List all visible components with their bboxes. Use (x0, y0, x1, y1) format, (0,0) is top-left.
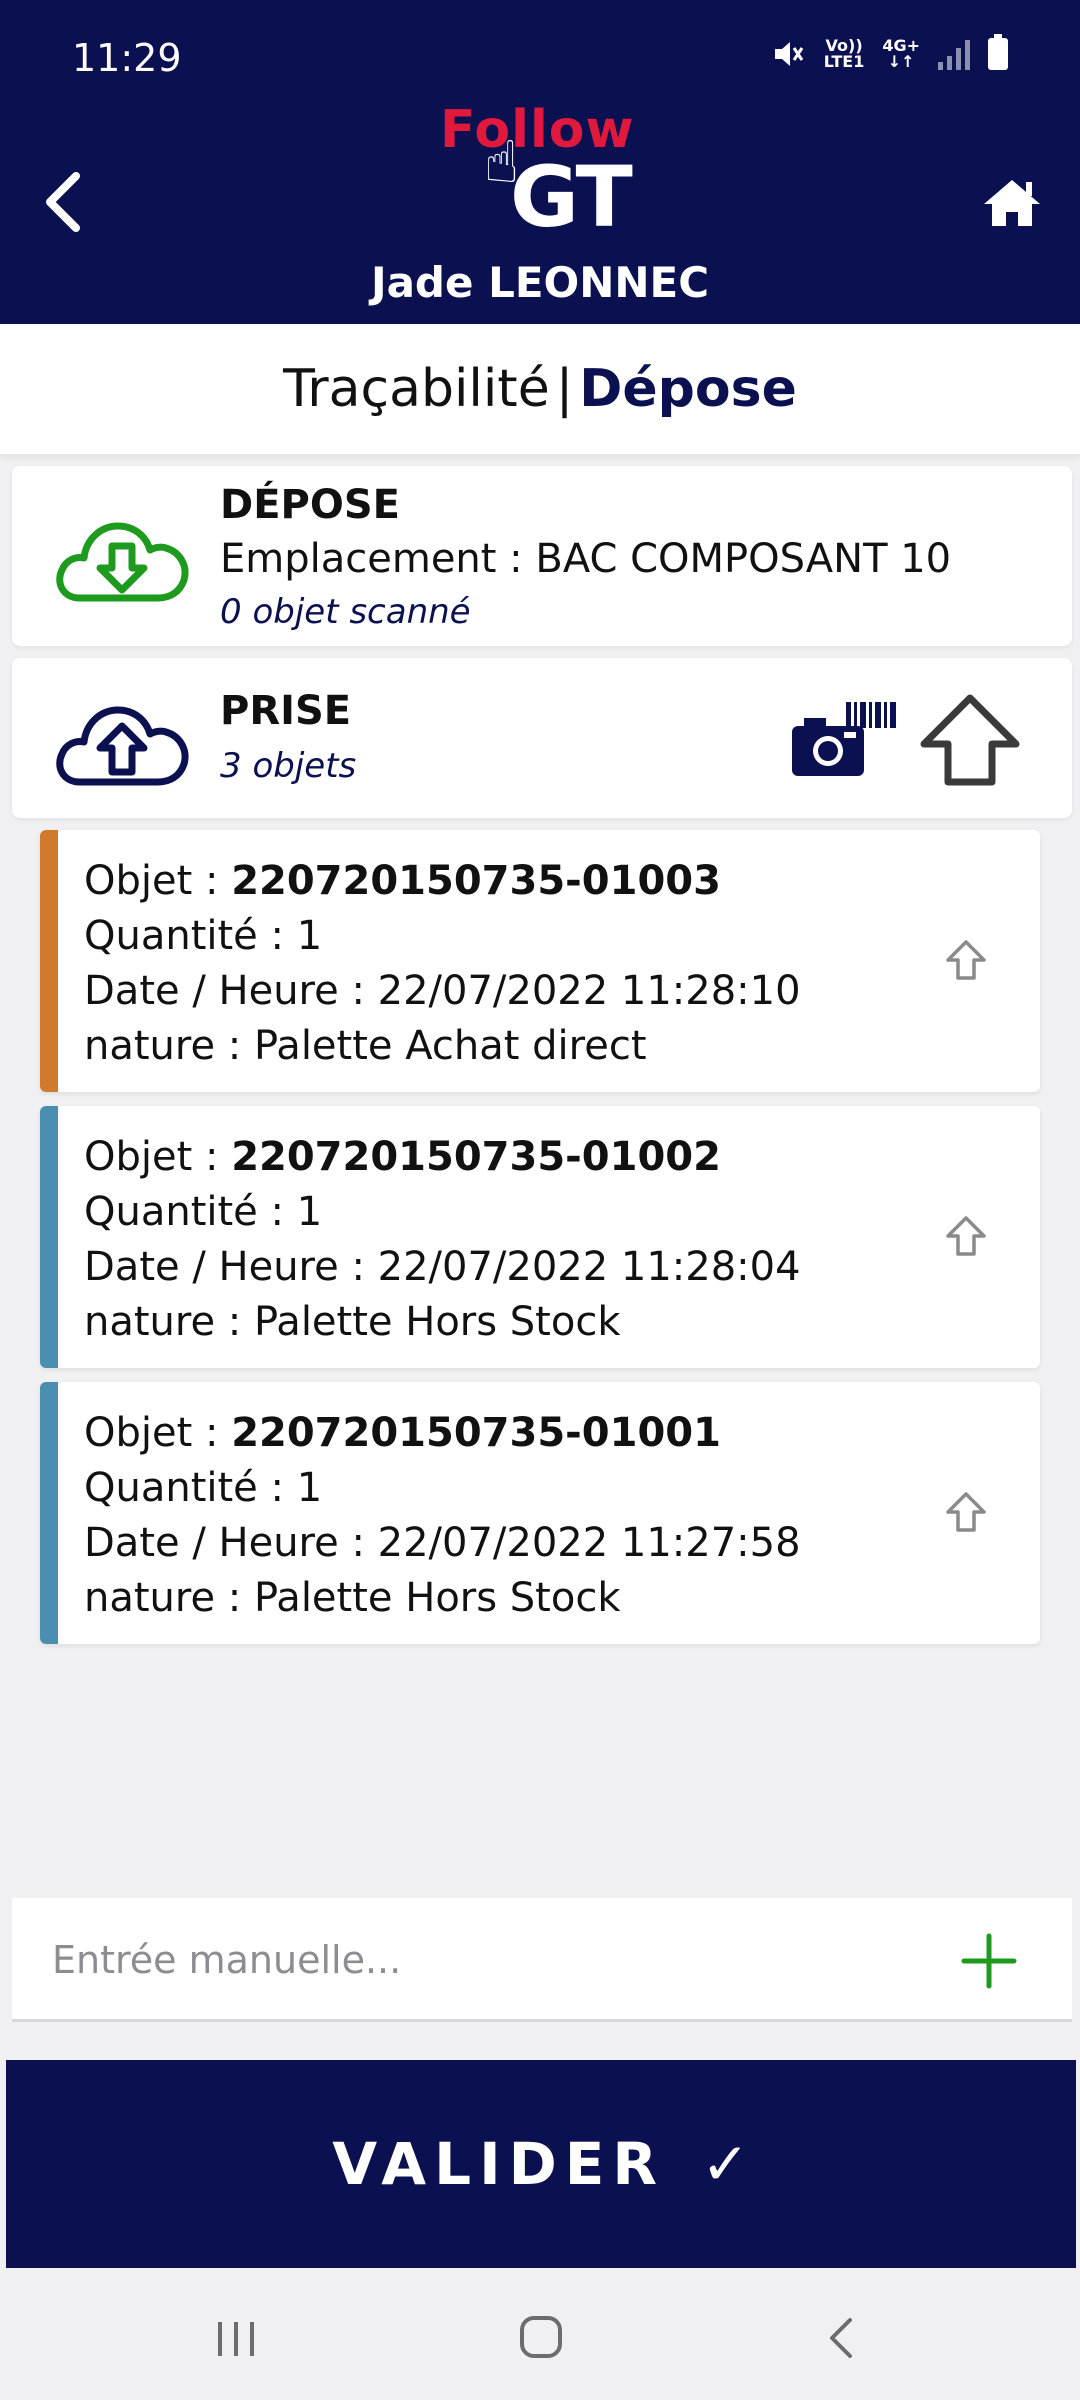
status-icons: Vo)) LTE1 4G+ ↓↑ (772, 34, 1008, 71)
quantity-line: Quantité : 1 (84, 913, 323, 959)
breadcrumb-separator: | (555, 359, 574, 419)
breadcrumb-section: Traçabilité (283, 359, 550, 419)
location-line: Emplacement : BAC COMPOSANT 10 (220, 536, 952, 582)
recent-apps-icon[interactable] (206, 2312, 266, 2364)
home-nav-icon[interactable] (510, 2312, 570, 2364)
breadcrumb: Traçabilité | Dépose (0, 324, 1080, 454)
nature-line: nature : Palette Achat direct (84, 1023, 647, 1069)
camera-barcode-scan-icon[interactable] (790, 698, 902, 778)
item-upload-arrow-icon[interactable] (944, 938, 988, 982)
datetime-line: Date / Heure : 22/07/2022 11:27:58 (84, 1520, 801, 1566)
nature-line: nature : Palette Hors Stock (84, 1299, 621, 1345)
pointer-hand-icon: ☝ (484, 128, 520, 196)
system-nav-bar (0, 2276, 1080, 2400)
object-id-line: Objet : 220720150735-01002 (84, 1134, 721, 1180)
object-id-line: Objet : 220720150735-01003 (84, 858, 721, 904)
nature-color-bar (40, 1106, 58, 1368)
depose-title: DÉPOSE (220, 482, 400, 528)
depose-card: DÉPOSE Emplacement : BAC COMPOSANT 10 0 … (12, 466, 1072, 646)
object-item[interactable]: Objet : 220720150735-01003 Quantité : 1 … (40, 830, 1040, 1092)
app-header: 11:29 Vo)) LTE1 4G+ ↓↑ Follow GT ☝ Jade … (0, 0, 1080, 324)
scanned-count: 0 objet scanné (220, 592, 471, 632)
cloud-upload-icon (56, 706, 189, 786)
datetime-line: Date / Heure : 22/07/2022 11:28:10 (84, 968, 801, 1014)
quantity-line: Quantité : 1 (84, 1465, 323, 1511)
manual-entry-input[interactable] (52, 1928, 912, 1992)
datetime-line: Date / Heure : 22/07/2022 11:28:04 (84, 1244, 801, 1290)
prise-title: PRISE (220, 688, 352, 734)
back-arrow-icon[interactable] (40, 170, 88, 234)
object-item[interactable]: Objet : 220720150735-01001 Quantité : 1 … (40, 1382, 1040, 1644)
validate-label: VALIDER (332, 2130, 666, 2198)
object-count: 3 objets (220, 746, 357, 786)
breadcrumb-current: Dépose (579, 359, 797, 419)
cloud-download-icon (56, 522, 189, 602)
validate-button[interactable]: VALIDER ✓ (6, 2060, 1076, 2268)
upload-arrow-icon[interactable] (916, 692, 1024, 788)
battery-icon (988, 34, 1008, 70)
add-plus-icon[interactable] (960, 1932, 1018, 1990)
home-icon[interactable] (982, 176, 1042, 228)
volte-indicator: Vo)) LTE1 (823, 36, 865, 71)
nature-line: nature : Palette Hors Stock (84, 1575, 621, 1621)
network-type-indicator: 4G+ ↓↑ (882, 36, 920, 71)
status-time: 11:29 (72, 36, 182, 80)
back-nav-icon[interactable] (812, 2312, 872, 2364)
follow-gt-logo: Follow GT ☝ (440, 100, 635, 246)
quantity-line: Quantité : 1 (84, 1189, 323, 1235)
user-name: Jade LEONNEC (370, 258, 710, 307)
mute-icon (774, 42, 804, 66)
manual-entry-bar (12, 1898, 1072, 2022)
checkmark-icon: ✓ (701, 2130, 750, 2198)
object-id-line: Objet : 220720150735-01001 (84, 1410, 721, 1456)
item-upload-arrow-icon[interactable] (944, 1490, 988, 1534)
nature-color-bar (40, 830, 58, 1092)
item-upload-arrow-icon[interactable] (944, 1214, 988, 1258)
prise-card: PRISE 3 objets (12, 658, 1072, 818)
nature-color-bar (40, 1382, 58, 1644)
object-item[interactable]: Objet : 220720150735-01002 Quantité : 1 … (40, 1106, 1040, 1368)
signal-icon (938, 38, 970, 70)
